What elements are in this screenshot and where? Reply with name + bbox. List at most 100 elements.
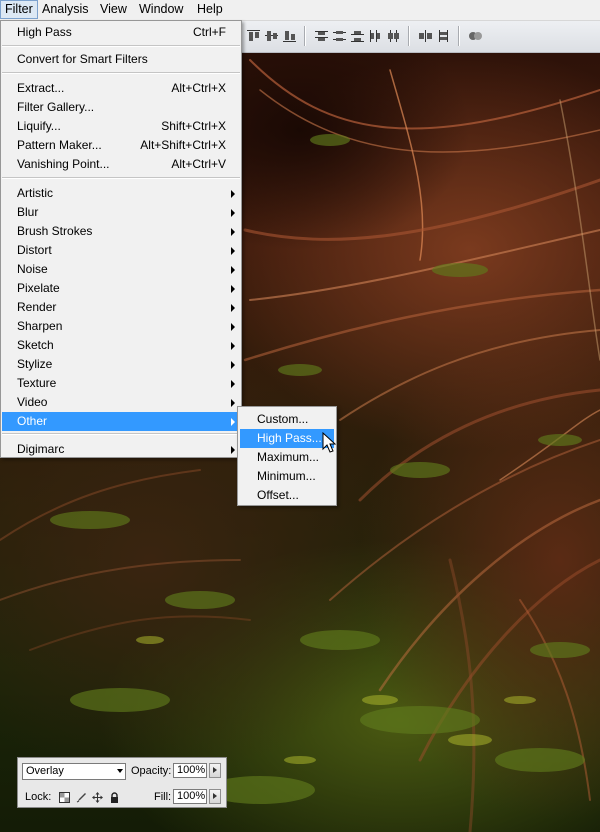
menu-item-sketch[interactable]: Sketch <box>2 336 240 355</box>
menu-item-label: Artistic <box>17 186 53 200</box>
submenu-item-label: Maximum... <box>257 450 320 464</box>
menu-item-high-pass[interactable]: High Pass Ctrl+F <box>2 23 240 42</box>
submenu-item-high-pass[interactable]: High Pass... <box>240 429 334 448</box>
menu-item-label: Extract... <box>17 81 65 95</box>
menu-item-texture[interactable]: Texture <box>2 374 240 393</box>
menu-item-shortcut: Alt+Ctrl+V <box>171 157 226 171</box>
menu-window[interactable]: Window <box>135 0 187 19</box>
distribute-left-icon[interactable] <box>368 29 383 43</box>
menu-item-label: Pattern Maker... <box>17 138 102 152</box>
menu-item-label: Sharpen <box>17 319 63 333</box>
submenu-arrow-icon <box>231 247 235 255</box>
menu-item-distort[interactable]: Distort <box>2 241 240 260</box>
fill-value: 100% <box>177 790 206 802</box>
submenu-item-maximum[interactable]: Maximum... <box>240 448 334 467</box>
pointer-cursor-icon <box>322 432 336 453</box>
menu-item-convert-smart-filters[interactable]: Convert for Smart Filters <box>2 50 240 69</box>
options-toolbar <box>240 20 600 53</box>
menu-item-noise[interactable]: Noise <box>2 260 240 279</box>
menu-analysis[interactable]: Analysis <box>38 0 93 19</box>
submenu-arrow-icon <box>231 266 235 274</box>
menu-item-stylize[interactable]: Stylize <box>2 355 240 374</box>
submenu-arrow-icon <box>231 380 235 388</box>
distribute-vcenter-icon[interactable] <box>332 29 347 43</box>
opacity-slider-button[interactable] <box>209 763 221 778</box>
menu-item-label: Distort <box>17 243 52 257</box>
menu-item-label: Stylize <box>17 357 53 371</box>
menu-separator <box>2 177 240 179</box>
menu-item-extract[interactable]: Extract... Alt+Ctrl+X <box>2 79 240 98</box>
distribute-right-icon[interactable] <box>418 29 433 43</box>
menu-item-brush-strokes[interactable]: Brush Strokes <box>2 222 240 241</box>
submenu-arrow-icon <box>231 285 235 293</box>
menu-item-shortcut: Alt+Ctrl+X <box>171 81 226 95</box>
fill-slider-button[interactable] <box>209 789 221 804</box>
menu-item-label: High Pass <box>17 25 72 39</box>
distribute-bottom-icon[interactable] <box>350 29 365 43</box>
menu-item-sharpen[interactable]: Sharpen <box>2 317 240 336</box>
distribute-top-icon[interactable] <box>314 29 329 43</box>
layers-panel: Overlay Opacity: 100% Lock: Fill: 100% <box>17 757 227 808</box>
align-vcenter-icon[interactable] <box>264 29 279 43</box>
menu-item-blur[interactable]: Blur <box>2 203 240 222</box>
menu-window-label: Window <box>139 2 184 16</box>
submenu-item-offset[interactable]: Offset... <box>240 486 334 505</box>
menu-item-label: Convert for Smart Filters <box>17 52 148 66</box>
menu-item-label: Blur <box>17 205 39 219</box>
submenu-arrow-icon <box>231 304 235 312</box>
lock-all-icon[interactable] <box>109 792 120 803</box>
submenu-arrow-icon <box>231 323 235 331</box>
menu-item-label: Digimarc <box>17 442 65 456</box>
align-top-icon[interactable] <box>246 29 261 43</box>
menu-item-label: Pixelate <box>17 281 60 295</box>
lock-label: Lock: <box>25 791 52 803</box>
submenu-item-minimum[interactable]: Minimum... <box>240 467 334 486</box>
menu-item-render[interactable]: Render <box>2 298 240 317</box>
menu-item-digimarc[interactable]: Digimarc <box>2 440 240 459</box>
menu-item-pixelate[interactable]: Pixelate <box>2 279 240 298</box>
submenu-item-custom[interactable]: Custom... <box>240 410 334 429</box>
toolbar-separator <box>458 26 460 46</box>
opacity-label: Opacity: <box>131 765 172 777</box>
opacity-input[interactable]: 100% <box>173 763 207 778</box>
fill-input[interactable]: 100% <box>173 789 207 804</box>
chevron-down-icon <box>117 769 123 773</box>
menu-item-pattern-maker[interactable]: Pattern Maker... Alt+Shift+Ctrl+X <box>2 136 240 155</box>
submenu-arrow-icon <box>231 190 235 198</box>
menu-item-vanishing-point[interactable]: Vanishing Point... Alt+Ctrl+V <box>2 155 240 174</box>
toolbar-separator <box>408 26 410 46</box>
menu-item-filter-gallery[interactable]: Filter Gallery... <box>2 98 240 117</box>
fill-label: Fill: <box>154 791 172 803</box>
menu-item-video[interactable]: Video <box>2 393 240 412</box>
submenu-arrow-icon <box>231 446 235 454</box>
submenu-arrow-icon <box>231 418 235 426</box>
submenu-item-label: Minimum... <box>257 469 316 483</box>
blend-mode-select[interactable]: Overlay <box>22 763 126 780</box>
toolbar-separator <box>304 26 306 46</box>
menu-item-label: Liquify... <box>17 119 61 133</box>
menu-item-label: Other <box>17 414 48 428</box>
menu-help[interactable]: Help <box>193 0 227 19</box>
filter-menu: High Pass Ctrl+F Convert for Smart Filter… <box>0 20 242 458</box>
menu-item-label: Brush Strokes <box>17 224 93 238</box>
submenu-item-label: Offset... <box>257 488 299 502</box>
menu-separator <box>2 433 240 435</box>
align-left-icon[interactable] <box>436 29 451 43</box>
menu-item-other[interactable]: Other <box>2 412 240 431</box>
align-bottom-icon[interactable] <box>282 29 297 43</box>
menu-item-shortcut: Shift+Ctrl+X <box>161 119 226 133</box>
auto-align-icon[interactable] <box>468 29 483 43</box>
lock-move-icon[interactable] <box>92 792 103 803</box>
submenu-arrow-icon <box>231 228 235 236</box>
menu-help-label: Help <box>197 2 223 16</box>
menu-view[interactable]: View <box>96 0 131 19</box>
menu-item-label: Noise <box>17 262 48 276</box>
lock-transparency-icon[interactable] <box>59 792 70 803</box>
menu-filter-label: Filter <box>5 2 33 16</box>
lock-paint-icon[interactable] <box>76 792 87 803</box>
distribute-hcenter-icon[interactable] <box>386 29 401 43</box>
other-submenu: Custom... High Pass... Maximum... Minimu… <box>237 406 337 506</box>
menu-filter[interactable]: Filter <box>0 0 38 19</box>
menu-item-artistic[interactable]: Artistic <box>2 184 240 203</box>
menu-item-liquify[interactable]: Liquify... Shift+Ctrl+X <box>2 117 240 136</box>
